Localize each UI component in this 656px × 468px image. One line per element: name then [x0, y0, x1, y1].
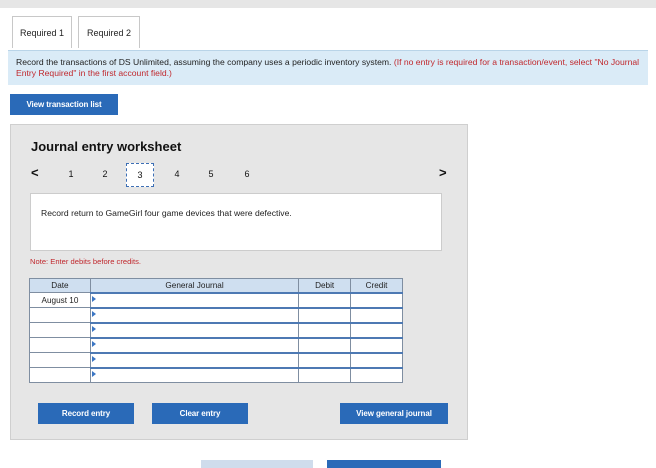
account-input[interactable]	[89, 291, 300, 308]
clear-entry-button[interactable]: Clear entry	[152, 403, 248, 424]
date-cell[interactable]	[29, 322, 91, 338]
journal-header-row: Date General Journal Debit Credit	[29, 278, 403, 293]
account-input[interactable]	[89, 306, 300, 323]
table-row	[29, 321, 403, 338]
debit-input[interactable]	[298, 366, 352, 383]
debit-input[interactable]	[298, 351, 352, 368]
table-row	[29, 351, 403, 368]
view-transaction-list-button[interactable]: View transaction list	[10, 94, 118, 115]
step-3-active[interactable]: 3	[126, 163, 154, 187]
column-header-general-journal: General Journal	[89, 278, 300, 293]
credit-input[interactable]	[350, 321, 403, 338]
date-cell[interactable]	[29, 307, 91, 323]
top-bar	[0, 0, 656, 8]
step-4[interactable]: 4	[167, 169, 187, 179]
instruction-text: Record the transactions of DS Unlimited,…	[16, 57, 392, 67]
journal-entry-worksheet: Journal entry worksheet < 1 2 3 4 5 6 > …	[10, 124, 468, 440]
tab-required-1[interactable]: Required 1	[12, 16, 72, 48]
step-6[interactable]: 6	[237, 169, 257, 179]
column-header-debit: Debit	[298, 278, 352, 293]
table-row	[29, 336, 403, 353]
date-cell[interactable]	[29, 337, 91, 353]
transaction-description: Record return to GameGirl four game devi…	[30, 193, 442, 251]
previous-button-partial[interactable]	[201, 460, 313, 468]
prev-arrow-icon[interactable]: <	[31, 165, 39, 180]
debit-input[interactable]	[298, 306, 352, 323]
column-header-credit: Credit	[350, 278, 403, 293]
credit-input[interactable]	[350, 351, 403, 368]
account-input[interactable]	[89, 351, 300, 368]
date-cell[interactable]	[29, 367, 91, 383]
tab-required-2[interactable]: Required 2	[78, 16, 140, 48]
column-header-date: Date	[29, 278, 91, 293]
date-cell[interactable]: August 10	[29, 292, 91, 308]
account-input[interactable]	[89, 336, 300, 353]
next-button-partial[interactable]	[327, 460, 441, 468]
step-5[interactable]: 5	[201, 169, 221, 179]
journal-table: Date General Journal Debit Credit August…	[29, 278, 403, 383]
table-row: August 10	[29, 291, 403, 308]
debit-credit-note: Note: Enter debits before credits.	[30, 257, 142, 266]
date-cell[interactable]	[29, 352, 91, 368]
view-general-journal-button[interactable]: View general journal	[340, 403, 448, 424]
credit-input[interactable]	[350, 291, 403, 308]
debit-input[interactable]	[298, 321, 352, 338]
instruction-banner: Record the transactions of DS Unlimited,…	[8, 50, 648, 85]
step-2[interactable]: 2	[95, 169, 115, 179]
next-arrow-icon[interactable]: >	[439, 165, 447, 180]
record-entry-button[interactable]: Record entry	[38, 403, 134, 424]
account-input[interactable]	[89, 321, 300, 338]
table-row	[29, 306, 403, 323]
credit-input[interactable]	[350, 366, 403, 383]
worksheet-title: Journal entry worksheet	[31, 139, 182, 154]
credit-input[interactable]	[350, 336, 403, 353]
debit-input[interactable]	[298, 291, 352, 308]
account-input[interactable]	[89, 366, 300, 383]
credit-input[interactable]	[350, 306, 403, 323]
transaction-description-text: Record return to GameGirl four game devi…	[41, 208, 292, 218]
debit-input[interactable]	[298, 336, 352, 353]
step-1[interactable]: 1	[61, 169, 81, 179]
table-row	[29, 366, 403, 383]
